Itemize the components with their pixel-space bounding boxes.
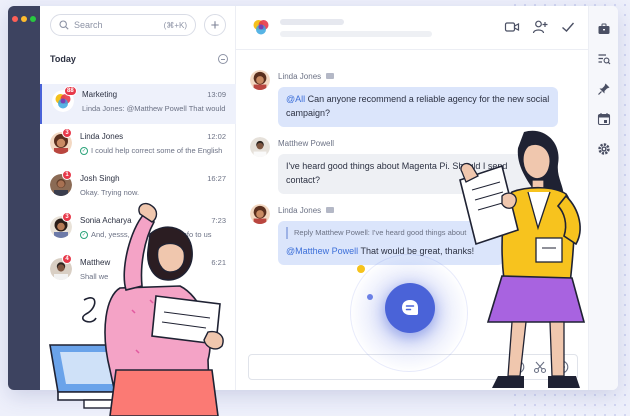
decor-dot [367, 294, 373, 300]
unread-badge: 3 [62, 212, 72, 222]
add-user-icon[interactable] [532, 19, 548, 35]
read-check-icon: ✓ [80, 230, 88, 239]
avatar: 88 [52, 86, 77, 112]
reply-quote[interactable]: Reply Matthew Powell: I've heard good th… [286, 227, 496, 239]
message-sender: Linda Jones [278, 205, 322, 215]
minimize-window-button[interactable] [21, 16, 27, 22]
message-icon [326, 207, 335, 213]
chat-preview: Linda Jones: @Matthew Powell That would.… [82, 104, 226, 113]
search-placeholder: Search [74, 20, 103, 30]
chat-item-josh-singh[interactable]: 1 Josh Singh 16:27 Okay. Trying now. [40, 168, 236, 208]
chat-bot-icon [402, 300, 418, 315]
chat-name: Matthew [80, 258, 111, 267]
group-logo-icon [253, 20, 269, 35]
chat-name: Sonia Acharya [80, 216, 132, 225]
chat-time: 16:27 [207, 174, 226, 183]
read-check-icon: ✓ [80, 146, 88, 155]
chat-subtitle-placeholder [280, 31, 432, 37]
decor-dot [357, 265, 365, 273]
message-icon [326, 73, 335, 79]
avatar: 1 [50, 170, 72, 196]
search-icon [59, 20, 69, 30]
chat-preview: I could help correct some of the English [91, 146, 223, 155]
gear-icon[interactable] [597, 142, 611, 156]
collapse-icon[interactable] [218, 54, 228, 64]
message-bubble: @All Can anyone recommend a reliable age… [278, 87, 558, 127]
chat-header [236, 6, 588, 50]
message-bubble: I've heard good things about Magenta Pi.… [278, 154, 548, 194]
chat-preview: And, yesss, please put the info to us [91, 230, 212, 239]
message-sender: Matthew Powell [278, 138, 335, 148]
message-row: Linda Jones @All Can anyone recommend a … [250, 70, 558, 127]
search-input[interactable]: Search (⌘+K) [50, 14, 196, 36]
chat-time: 6:21 [211, 258, 226, 267]
briefcase-icon[interactable] [597, 22, 611, 36]
calendar-icon[interactable] [597, 112, 611, 126]
unread-badge: 4 [62, 254, 72, 264]
maximize-window-button[interactable] [30, 16, 36, 22]
left-rail [8, 6, 40, 390]
pin-icon[interactable] [597, 82, 611, 96]
mention[interactable]: @All [286, 94, 305, 104]
mention[interactable]: @Matthew Powell [286, 246, 358, 256]
scissors-icon[interactable] [533, 360, 547, 374]
app-window: Search (⌘+K) + Today 88 Marketing 13:09 … [8, 6, 618, 390]
unread-badge: 1 [62, 170, 72, 180]
chat-item-marketing[interactable]: 88 Marketing 13:09 Linda Jones: @Matthew… [40, 84, 236, 124]
chat-preview: Okay. Trying now. [80, 188, 140, 197]
message-text: Can anyone recommend a reliable agency f… [286, 94, 550, 118]
message-sender: Linda Jones [278, 71, 322, 81]
emoji-icon[interactable] [511, 360, 525, 374]
right-toolbar [588, 6, 618, 390]
linda-avatar-icon [250, 70, 270, 90]
chat-time: 13:09 [207, 90, 226, 99]
chat-list-panel: Search (⌘+K) + Today 88 Marketing 13:09 … [40, 6, 236, 390]
unread-badge: 3 [62, 128, 72, 138]
chat-name: Linda Jones [80, 132, 124, 141]
chat-item-linda-jones[interactable]: 3 Linda Jones 12:02 ✓ I could help correc… [40, 126, 236, 166]
section-title: Today [50, 54, 76, 64]
chat-time: 12:02 [207, 132, 226, 141]
matthew-avatar-icon [250, 137, 270, 157]
window-controls [12, 16, 36, 22]
reply-text: Reply Matthew Powell: I've heard good th… [294, 228, 467, 237]
unread-badge: 88 [64, 86, 77, 96]
chat-bot-button[interactable] [385, 283, 435, 333]
chat-title-placeholder [280, 19, 344, 25]
checkmark-icon[interactable] [560, 19, 576, 35]
avatar: 3 [50, 128, 72, 154]
chat-name: Marketing [82, 90, 118, 99]
chat-name: Josh Singh [80, 174, 120, 183]
chat-item-matthew[interactable]: 4 Matthew 6:21 Shall we [40, 252, 236, 292]
chat-item-sonia-acharya[interactable]: 3 Sonia Acharya 7:23 ✓ And, yesss, please… [40, 210, 236, 250]
linda-avatar-icon [250, 204, 270, 224]
new-chat-button[interactable]: + [204, 14, 226, 36]
avatar: 4 [50, 254, 72, 280]
search-list-icon[interactable] [597, 52, 611, 66]
plus-circle-icon[interactable] [555, 360, 569, 374]
chat-time: 7:23 [211, 216, 226, 225]
chat-preview: Shall we [80, 272, 109, 281]
section-header: Today [50, 54, 228, 64]
plus-icon: + [210, 16, 220, 34]
video-call-icon[interactable] [504, 19, 520, 35]
avatar: 3 [50, 212, 72, 238]
message-row: Matthew Powell I've heard good things ab… [250, 137, 548, 194]
message-text: I've heard good things about Magenta Pi.… [286, 161, 508, 185]
close-window-button[interactable] [12, 16, 18, 22]
search-shortcut: (⌘+K) [163, 20, 187, 30]
message-row: Linda Jones Reply Matthew Powell: I've h… [250, 204, 504, 265]
